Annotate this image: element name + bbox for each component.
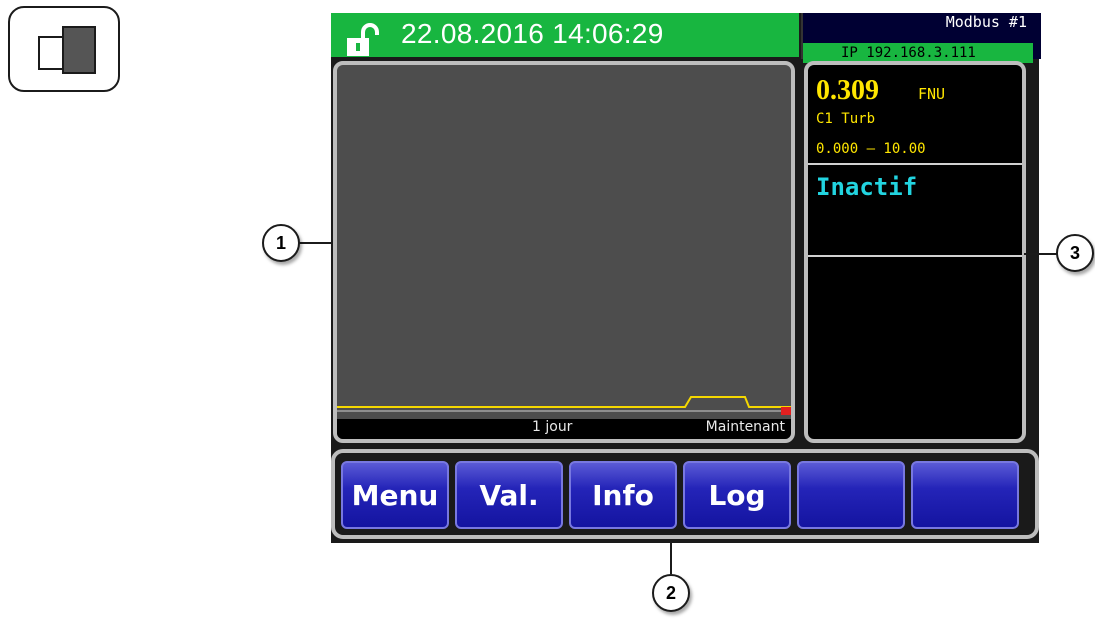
status-bar: 22.08.2016 14:06:29 (331, 13, 799, 57)
display-mode-icon-front-page (62, 26, 96, 74)
callout-3-line (1024, 253, 1058, 255)
divider (808, 255, 1022, 257)
softkey-6-button[interactable] (911, 461, 1019, 529)
callout-2-line (670, 541, 672, 574)
callout-1: 1 (262, 224, 300, 262)
menu-button[interactable]: Menu (341, 461, 449, 529)
callout-3: 3 (1056, 234, 1094, 272)
device-screen: 22.08.2016 14:06:29 Modbus #1 IP 192.168… (331, 13, 1041, 543)
alarm-marker (781, 407, 791, 415)
display-mode-icon[interactable] (8, 6, 120, 92)
softkey-bar: Menu Val. Info Log (331, 449, 1039, 539)
modbus-label: Modbus #1 (945, 13, 1027, 31)
unlocked-padlock-icon[interactable] (345, 23, 381, 57)
ip-address-label: IP 192.168.3.111 (841, 45, 976, 61)
measurement-panel[interactable]: 0.309 FNU C1 Turb 0.000 – 10.00 Inactif (804, 61, 1026, 443)
info-button[interactable]: Info (569, 461, 677, 529)
trend-graph-panel[interactable]: 1 jour Maintenant (333, 61, 795, 443)
state-label: Inactif (816, 173, 918, 201)
callout-2: 2 (652, 574, 690, 612)
trend-line (337, 396, 791, 408)
log-button[interactable]: Log (683, 461, 791, 529)
trend-graph (337, 396, 791, 415)
callout-1-line (298, 242, 333, 244)
time-axis: 1 jour Maintenant (337, 419, 791, 439)
measurement-value: 0.309 (816, 75, 879, 106)
softkey-5-button[interactable] (797, 461, 905, 529)
measurement-range: 0.000 – 10.00 (816, 141, 926, 157)
ip-address-strip: IP 192.168.3.111 (803, 43, 1033, 63)
channel-label: C1 Turb (816, 111, 876, 127)
measurement-unit: FNU (918, 85, 946, 103)
values-button[interactable]: Val. (455, 461, 563, 529)
divider (808, 163, 1022, 165)
timespan-label: 1 jour (532, 419, 573, 435)
now-label: Maintenant (705, 419, 785, 435)
date-time-display: 22.08.2016 14:06:29 (401, 18, 664, 49)
